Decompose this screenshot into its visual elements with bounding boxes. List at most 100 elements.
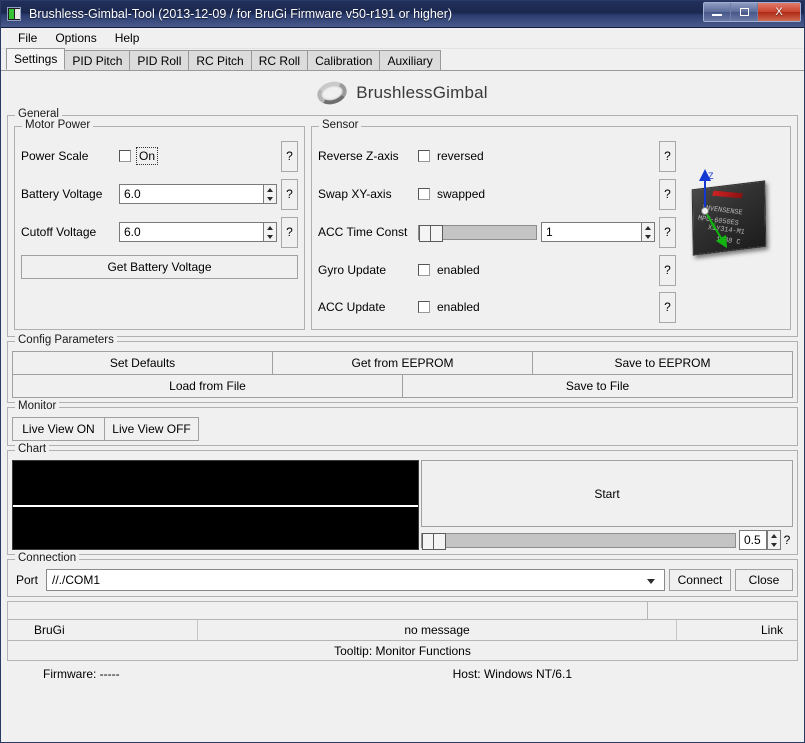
close-icon: X xyxy=(775,5,783,18)
chevron-down-icon xyxy=(645,234,651,239)
acc-update-checkbox-label: enabled xyxy=(437,300,480,314)
swap-xy-label: Swap XY-axis xyxy=(318,187,392,201)
settings-panel: BrushlessGimbal General Motor Power Powe… xyxy=(1,71,804,742)
acc-time-const-label: ACC Time Const xyxy=(318,225,408,239)
reverse-z-label: Reverse Z-axis xyxy=(318,149,399,163)
progress-band xyxy=(7,601,798,620)
title-bar: Brushless-Gimbal-Tool (2013-12-09 / for … xyxy=(1,1,804,28)
acc-update-label: ACC Update xyxy=(318,300,386,314)
tooltip-bar: Tooltip: Monitor Functions xyxy=(7,641,798,661)
chart-scale-row: 0.5 ? xyxy=(421,530,793,550)
power-scale-checkbox[interactable] xyxy=(119,150,131,162)
set-defaults-button[interactable]: Set Defaults xyxy=(12,351,273,375)
chart-controls: Start 0.5 ? xyxy=(421,460,793,550)
load-from-file-button[interactable]: Load from File xyxy=(12,374,403,398)
gyro-update-checkbox[interactable] xyxy=(418,264,430,276)
monitor-group: Monitor Live View ON Live View OFF xyxy=(7,400,798,446)
chart-legend: Chart xyxy=(15,443,50,455)
monitor-buttons: Live View ON Live View OFF xyxy=(12,417,793,441)
tab-rc-roll[interactable]: RC Roll xyxy=(250,50,309,70)
swap-xy-help-button[interactable]: ? xyxy=(659,178,676,210)
gyro-update-checkbox-label: enabled xyxy=(437,263,480,277)
gyro-update-help-button[interactable]: ? xyxy=(659,254,676,286)
brand-name: BrushlessGimbal xyxy=(356,83,488,102)
chart-trace xyxy=(13,505,418,507)
tab-pid-roll[interactable]: PID Roll xyxy=(129,50,190,70)
chart-help-button[interactable]: ? xyxy=(781,533,793,547)
reverse-z-help-button[interactable]: ? xyxy=(659,140,676,172)
app-window: Brushless-Gimbal-Tool (2013-12-09 / for … xyxy=(0,0,805,743)
progress-bar-main xyxy=(8,602,648,619)
acc-update-checkbox[interactable] xyxy=(418,301,430,313)
gyro-update-label: Gyro Update xyxy=(318,263,387,277)
power-scale-checkbox-label: On xyxy=(135,147,159,165)
acc-time-const-stepper[interactable] xyxy=(641,222,655,242)
acc-time-const-input[interactable]: 1 xyxy=(541,222,641,242)
window-title: Brushless-Gimbal-Tool (2013-12-09 / for … xyxy=(29,7,453,21)
config-parameters-group: Config Parameters Set Defaults Get from … xyxy=(7,334,798,403)
cutoff-voltage-help-button[interactable]: ? xyxy=(281,216,298,248)
cutoff-voltage-row: Cutoff Voltage 6.0 ? xyxy=(21,213,298,251)
menu-item-options[interactable]: Options xyxy=(46,29,105,47)
connection-group: Connection Port //./COM1 Connect Close xyxy=(7,552,798,597)
cutoff-voltage-stepper[interactable] xyxy=(263,222,277,242)
chevron-up-icon xyxy=(771,533,777,538)
minimize-button[interactable]: _ xyxy=(704,3,731,21)
battery-voltage-input[interactable]: 6.0 xyxy=(119,184,263,204)
reverse-z-checkbox[interactable] xyxy=(418,150,430,162)
firmware-label: Firmware: ----- xyxy=(43,667,120,681)
swap-xy-checkbox-label: swapped xyxy=(437,187,486,201)
chart-scale-input[interactable]: 0.5 xyxy=(739,530,767,550)
tab-rc-pitch[interactable]: RC Pitch xyxy=(188,50,252,70)
reverse-z-checkbox-label: reversed xyxy=(437,149,484,163)
tab-pid-pitch[interactable]: PID Pitch xyxy=(64,50,131,70)
chart-scale-slider[interactable] xyxy=(421,532,736,550)
tab-calibration[interactable]: Calibration xyxy=(307,50,381,70)
chart-canvas[interactable] xyxy=(12,460,419,550)
maximize-button[interactable]: □ xyxy=(731,3,758,21)
acc-update-help-button[interactable]: ? xyxy=(659,291,676,323)
motor-power-legend: Motor Power xyxy=(22,119,94,131)
save-to-file-button[interactable]: Save to File xyxy=(402,374,793,398)
tab-auxiliary[interactable]: Auxiliary xyxy=(379,50,441,70)
tab-settings[interactable]: Settings xyxy=(6,48,66,70)
acc-time-const-slider[interactable] xyxy=(418,224,537,242)
acc-time-const-help-button[interactable]: ? xyxy=(659,216,676,248)
general-group: General Motor Power Power Scale On ? Bat… xyxy=(7,108,798,337)
menu-item-file[interactable]: File xyxy=(9,29,46,47)
chart-scale-stepper[interactable] xyxy=(767,530,781,550)
battery-voltage-row: Battery Voltage 6.0 ? xyxy=(21,175,298,213)
get-from-eeprom-button[interactable]: Get from EEPROM xyxy=(272,351,533,375)
close-connection-button[interactable]: Close xyxy=(735,569,793,591)
chevron-up-icon xyxy=(267,225,273,230)
get-battery-voltage-button[interactable]: Get Battery Voltage xyxy=(21,255,298,279)
battery-voltage-help-button[interactable]: ? xyxy=(281,178,298,210)
save-to-eeprom-button[interactable]: Save to EEPROM xyxy=(532,351,793,375)
chart-start-button[interactable]: Start xyxy=(421,460,793,527)
power-scale-label: Power Scale xyxy=(21,149,89,163)
status-link: Link xyxy=(760,623,783,637)
port-label: Port xyxy=(16,573,39,587)
port-value: //./COM1 xyxy=(52,573,101,587)
port-combobox[interactable]: //./COM1 xyxy=(46,569,665,591)
config-buttons-row-2: Load from File Save to File xyxy=(12,374,793,398)
status-left: BruGi xyxy=(8,620,198,640)
power-scale-help-button[interactable]: ? xyxy=(281,140,298,172)
live-view-on-button[interactable]: Live View ON xyxy=(12,417,105,441)
cutoff-voltage-label: Cutoff Voltage xyxy=(21,225,97,239)
config-parameters-legend: Config Parameters xyxy=(15,334,117,346)
live-view-off-button[interactable]: Live View OFF xyxy=(104,417,199,441)
monitor-legend: Monitor xyxy=(15,400,60,412)
chevron-down-icon xyxy=(267,234,273,239)
close-button[interactable]: X xyxy=(758,3,800,21)
connect-button[interactable]: Connect xyxy=(669,569,731,591)
cutoff-voltage-input[interactable]: 6.0 xyxy=(119,222,263,242)
connection-legend: Connection xyxy=(15,552,80,564)
battery-voltage-stepper[interactable] xyxy=(263,184,277,204)
acc-update-row: ACC Update enabled ? xyxy=(318,289,784,325)
sensor-group: Sensor Reverse Z-axis reversed ? Swap XY… xyxy=(311,119,791,330)
slider-thumb[interactable] xyxy=(419,224,443,242)
swap-xy-checkbox[interactable] xyxy=(418,188,430,200)
slider-thumb[interactable] xyxy=(422,532,446,550)
menu-item-help[interactable]: Help xyxy=(106,29,149,47)
